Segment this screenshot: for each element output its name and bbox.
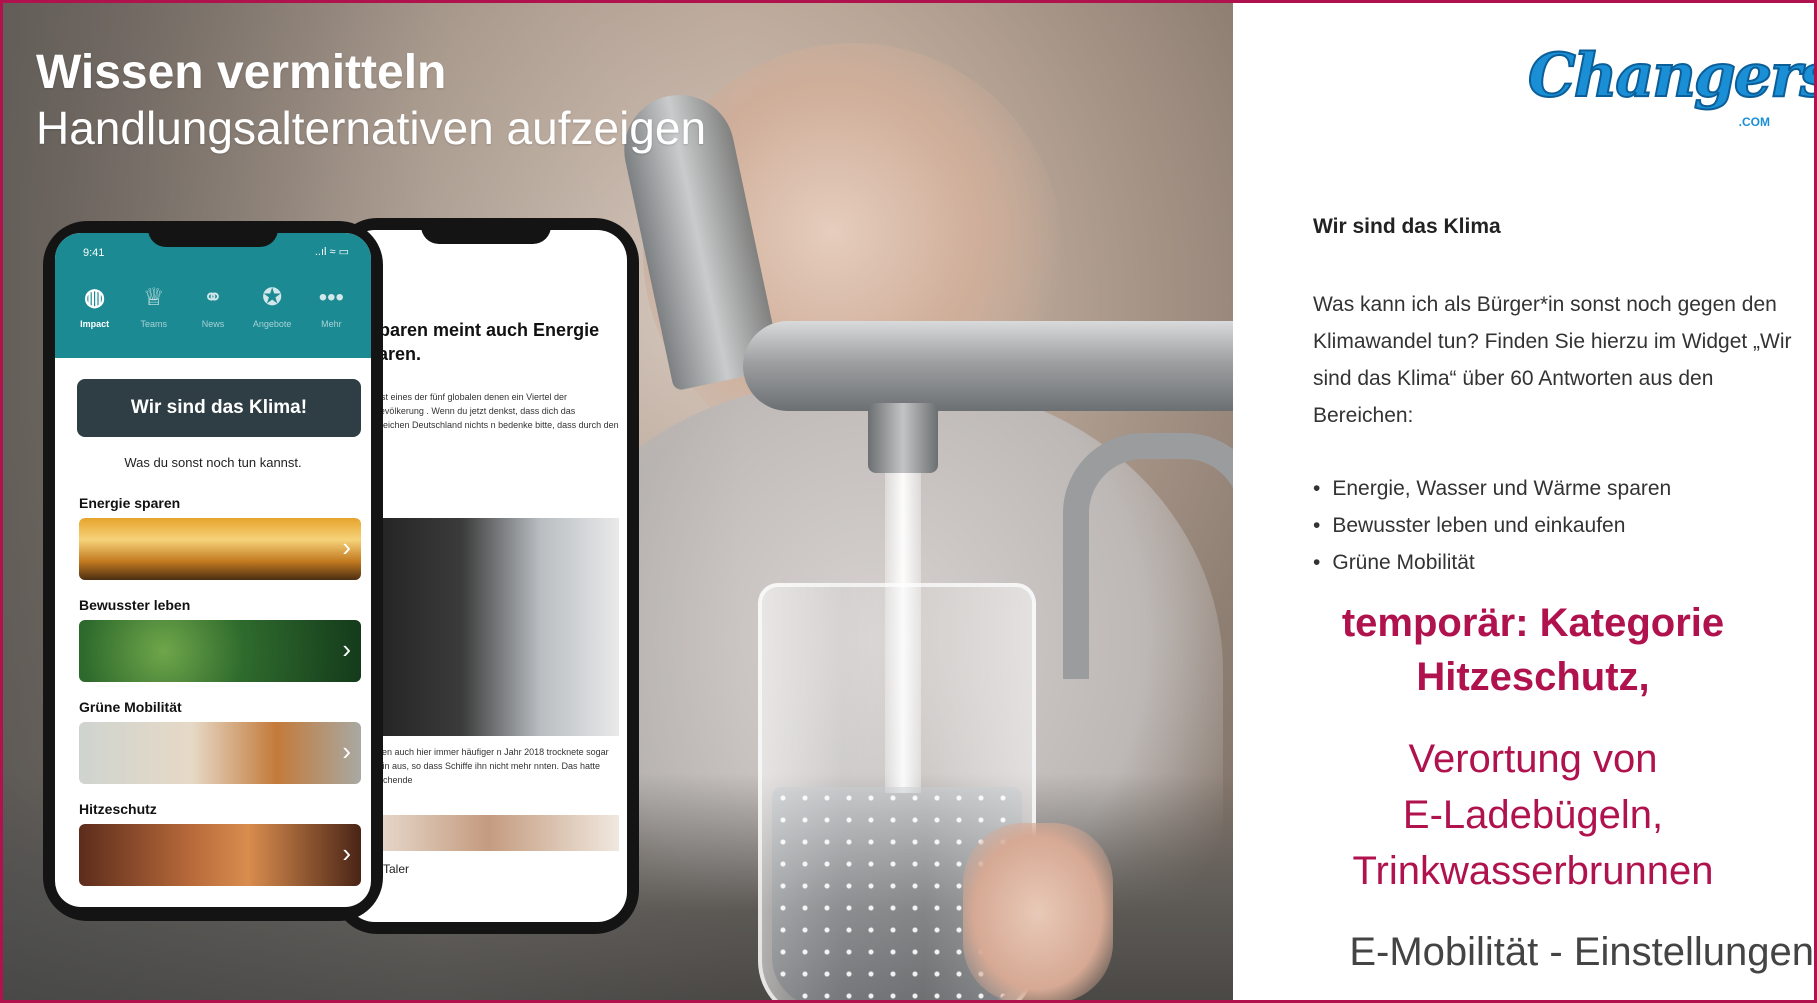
nav-mehr-label: Mehr [321,319,342,329]
slide-headline: Wissen vermitteln Handlungsalternativen … [36,45,706,155]
app-subtitle: Was du sonst noch tun kannst. [124,455,302,470]
chevron-right-icon: › [342,634,351,664]
category-card-hitzeschutz[interactable]: › [79,824,361,886]
verortung-line-1: Verortung von [1408,737,1658,781]
nav-news-label: News [201,319,225,329]
nav-teams-label: Teams [140,319,168,329]
category-card-energie[interactable]: › [79,518,361,580]
photo-hand [963,823,1113,1000]
article-text-1: pheit ist eines der fünf globalen denen … [357,392,619,444]
nav-angebote-label: Angebote [252,319,292,329]
category-title-energie: Energie sparen [79,495,181,511]
verortung-line-2: E-Ladebügeln, [1402,793,1664,837]
info-panel: Changers .COM Wir sind das Klima Was kan… [1233,3,1814,1000]
phone-notch [421,218,551,244]
phone-app: 9:41 ..ıl ≈ ▭ ◍ Impact ♕ Teams ⚭ News ✪ … [43,221,383,921]
phone-article-screen: r sparen meint auch Energie sparen. phei… [345,230,627,922]
status-time: 9:41 [83,247,105,259]
article-text-2: perioden auch hier immer häufiger n Jahr… [357,747,609,785]
category-card-leben[interactable]: › [79,620,361,682]
nav-angebote[interactable]: ✪ Angebote [246,283,298,329]
location-note: Verortung von E-Ladebügeln, Trinkwasserb… [1253,731,1813,899]
verortung-line-3: Trinkwasserbrunnen [1352,849,1714,893]
article-image-faucet [357,518,619,736]
slide-subheading: Handlungsalternativen aufzeigen [36,102,707,154]
app-top-bar: 9:41 ..ıl ≈ ▭ ◍ Impact ♕ Teams ⚭ News ✪ … [55,233,371,358]
panel-bullet-list: Energie, Wasser und Wärme sparen Bewusst… [1313,470,1671,581]
logo-suffix: .COM [1738,115,1770,129]
globe-icon: ◍ [84,284,106,311]
nav-teams[interactable]: ♕ Teams [128,283,180,329]
photo-faucet-arm [743,321,1233,411]
phone-app-screen: 9:41 ..ıl ≈ ▭ ◍ Impact ♕ Teams ⚭ News ✪ … [55,233,371,907]
article-headline: r sparen meint auch Energie sparen. [357,320,600,364]
temp-line-1: temporär: Kategorie [1341,601,1725,645]
photo-faucet-back [1063,433,1233,679]
temporary-category-note: temporär: Kategorie Hitzeschutz, [1253,596,1813,704]
article-image-people [357,815,619,851]
nav-impact[interactable]: ◍ Impact [69,283,121,329]
category-title-hitzeschutz: Hitzeschutz [79,801,157,817]
chevron-right-icon: › [342,736,351,766]
category-card-mobilitaet[interactable]: › [79,722,361,784]
category-title-mobilitaet: Grüne Mobilität [79,699,182,715]
list-item: Energie, Wasser und Wärme sparen [1313,470,1671,507]
panel-paragraph: Was kann ich als Bürger*in sonst noch ge… [1313,293,1792,427]
chevron-right-icon: › [342,838,351,868]
trophy-icon: ♕ [143,284,165,311]
panel-title: Wir sind das Klima [1313,215,1501,238]
badge-icon: ✪ [262,284,283,311]
changers-logo: Changers .COM [1527,31,1814,141]
photo-faucet-spout [868,403,938,473]
list-item: Bewusster leben und einkaufen [1313,507,1671,544]
klima-button[interactable]: Wir sind das Klima! [77,379,361,437]
emobility-settings-note: E-Mobilität - Einstellungen [1349,930,1814,974]
app-nav: ◍ Impact ♕ Teams ⚭ News ✪ Angebote ••• M… [55,283,371,329]
category-title-leben: Bewusster leben [79,597,191,613]
phone-notch [148,221,278,247]
megaphone-icon: ⚭ [202,284,224,311]
status-icons: ..ıl ≈ ▭ [314,246,349,258]
slide-frame: Wissen vermitteln Handlungsalternativen … [0,0,1817,1003]
list-item: Grüne Mobilität [1313,544,1671,581]
slide-heading: Wissen vermitteln [36,46,447,99]
nav-impact-label: Impact [80,319,110,329]
temp-line-2: Hitzeschutz, [1416,655,1650,699]
nav-news[interactable]: ⚭ News [187,283,239,329]
chevron-right-icon: › [342,532,351,562]
more-icon: ••• [318,284,344,311]
nav-mehr[interactable]: ••• Mehr [305,283,357,329]
logo-text: Changers [1527,40,1817,112]
